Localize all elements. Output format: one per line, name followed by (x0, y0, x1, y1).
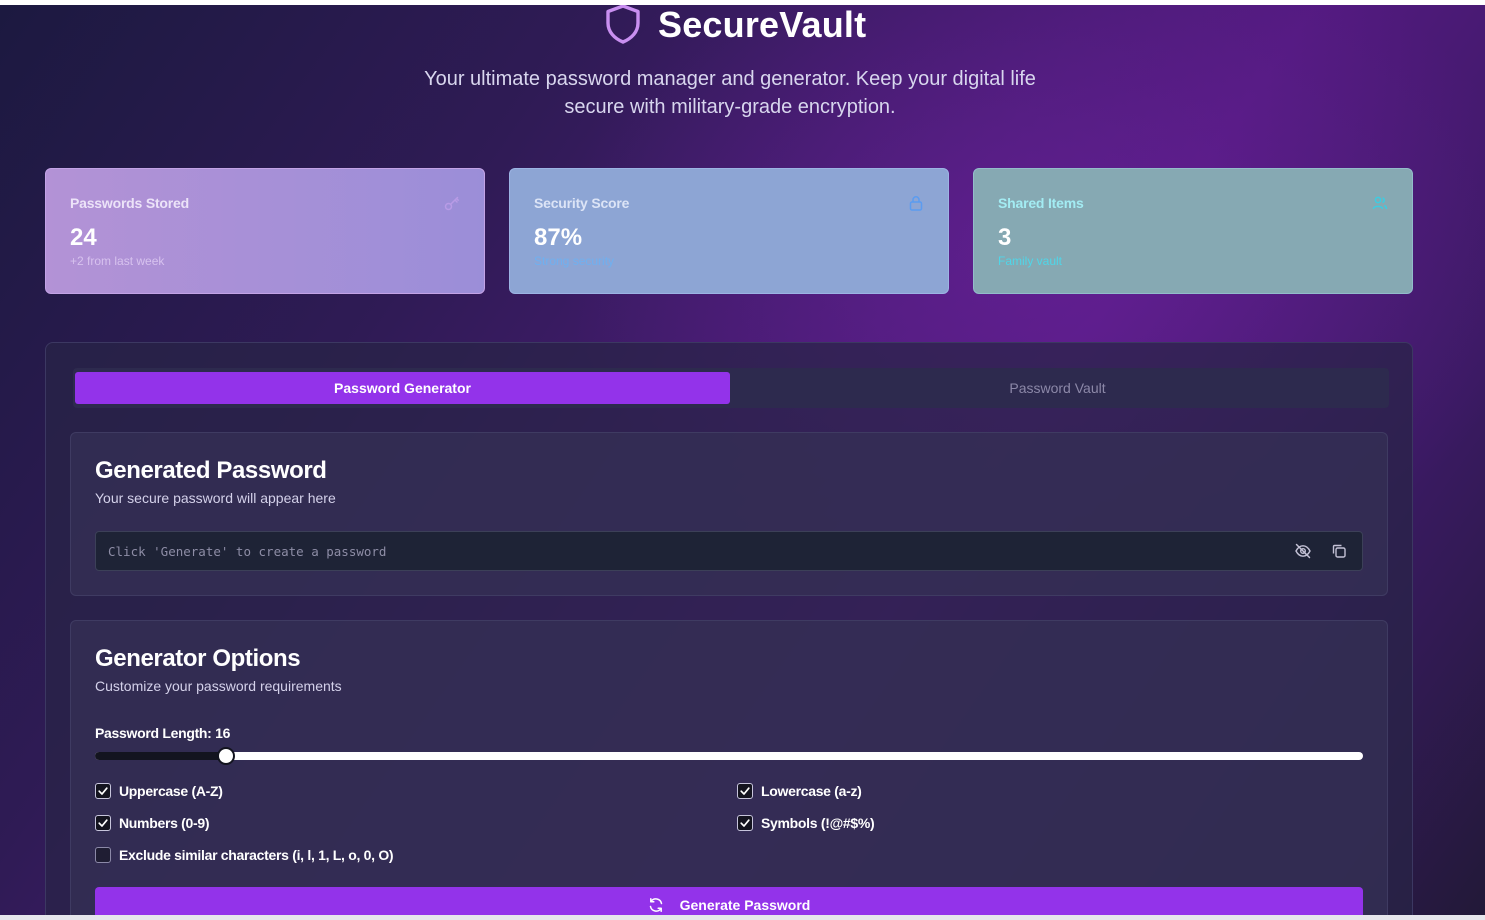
brand: SecureVault (604, 5, 866, 45)
stat-note: +2 from last week (70, 254, 165, 268)
option-label: Symbols (!@#$%) (761, 815, 875, 831)
uppercase-checkbox[interactable] (95, 783, 111, 799)
password-output-box (95, 531, 1363, 571)
stat-value: 24 (70, 224, 97, 251)
users-icon (1372, 196, 1388, 210)
generate-button-label: Generate Password (679, 897, 811, 913)
lock-icon (909, 196, 923, 211)
stat-label: Shared Items (998, 195, 1084, 211)
check-icon (98, 787, 108, 795)
shield-icon (606, 5, 640, 44)
card-subtitle: Your secure password will appear here (95, 490, 336, 506)
app-title: SecureVault (658, 5, 867, 45)
stat-note: Strong security (534, 254, 615, 268)
generate-password-button[interactable]: Generate Password (95, 887, 1363, 915)
stat-value: 3 (998, 224, 1012, 251)
stat-card-security: Security Score 87% Strong security (509, 168, 949, 294)
card-title: Generated Password (95, 457, 327, 484)
exclude-similar-checkbox[interactable] (95, 847, 111, 863)
eye-off-icon[interactable] (1294, 542, 1312, 560)
password-output-field[interactable] (96, 532, 1276, 570)
stat-note: Family vault (998, 254, 1063, 268)
stat-label: Security Score (534, 195, 630, 211)
option-label: Exclude similar characters (i, l, 1, L, … (119, 847, 394, 863)
app-tagline: Your ultimate password manager and gener… (424, 68, 1036, 118)
check-icon (98, 819, 108, 827)
password-length-slider[interactable] (95, 747, 1363, 765)
slider-thumb[interactable] (216, 747, 235, 765)
key-icon (444, 196, 459, 211)
option-symbols[interactable]: Symbols (!@#$%) (737, 815, 875, 831)
card-subtitle: Customize your password requirements (95, 678, 342, 694)
tab-password-vault[interactable]: Password Vault (730, 372, 1385, 404)
password-length-label: Password Length: 16 (95, 725, 231, 741)
check-icon (740, 787, 750, 795)
option-lowercase[interactable]: Lowercase (a-z) (737, 783, 862, 799)
card-title: Generator Options (95, 645, 301, 672)
option-exclude-similar[interactable]: Exclude similar characters (i, l, 1, L, … (95, 847, 394, 863)
generated-password-card: Generated Password Your secure password … (70, 432, 1388, 596)
stat-value: 87% (534, 224, 583, 251)
copy-icon[interactable] (1330, 542, 1348, 560)
option-label: Uppercase (A-Z) (119, 783, 223, 799)
option-uppercase[interactable]: Uppercase (A-Z) (95, 783, 223, 799)
app-background: SecureVault Your ultimate password manag… (0, 5, 1485, 915)
stat-card-passwords: Passwords Stored 24 +2 from last week (45, 168, 485, 294)
slider-fill (95, 752, 226, 760)
symbols-checkbox[interactable] (737, 815, 753, 831)
stat-label: Passwords Stored (70, 195, 189, 211)
lowercase-checkbox[interactable] (737, 783, 753, 799)
stat-card-shared: Shared Items 3 Family vault (973, 168, 1413, 294)
numbers-checkbox[interactable] (95, 815, 111, 831)
option-label: Lowercase (a-z) (761, 783, 862, 799)
tab-bar: Password Generator Password Vault (73, 368, 1389, 408)
option-numbers[interactable]: Numbers (0-9) (95, 815, 210, 831)
check-icon (740, 819, 750, 827)
bottom-edge (0, 915, 1485, 920)
option-label: Numbers (0-9) (119, 815, 210, 831)
generator-options-card: Generator Options Customize your passwor… (70, 620, 1388, 915)
tab-password-generator[interactable]: Password Generator (75, 372, 730, 404)
main-panel: Password Generator Password Vault Genera… (45, 342, 1413, 915)
refresh-icon (649, 898, 662, 912)
